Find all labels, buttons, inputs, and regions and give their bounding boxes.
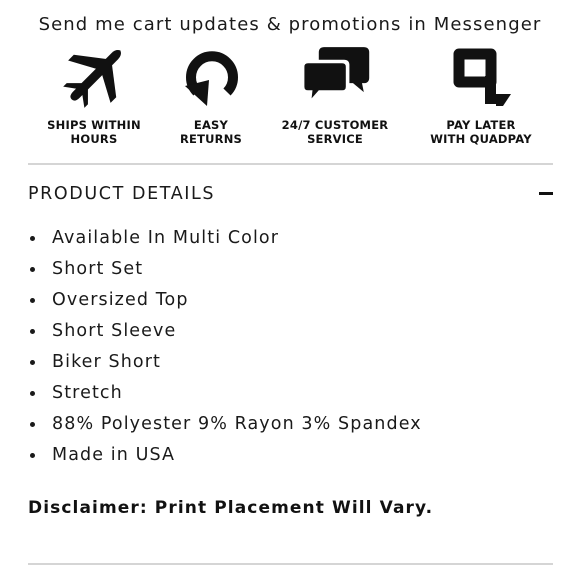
product-details-title: PRODUCT DETAILS bbox=[28, 184, 216, 204]
messenger-optin-text[interactable]: Send me cart updates & promotions in Mes… bbox=[0, 14, 580, 35]
feature-customer-service: 24/7 CUSTOMER SERVICE bbox=[265, 40, 405, 146]
feature-badges: SHIPS WITHIN HOURS EASY RETURNS 24/7 CUS… bbox=[0, 40, 580, 150]
list-item: Short Set bbox=[28, 255, 422, 286]
list-item: Biker Short bbox=[28, 348, 422, 379]
list-item: Stretch bbox=[28, 379, 422, 410]
feature-pay-later-quadpay: PAY LATER WITH QUADPAY bbox=[411, 40, 551, 146]
list-item: Made in USA bbox=[28, 441, 422, 472]
section-divider bbox=[28, 563, 553, 565]
list-item: Oversized Top bbox=[28, 286, 422, 317]
feature-label: 24/7 CUSTOMER SERVICE bbox=[281, 118, 389, 146]
section-divider bbox=[28, 163, 553, 165]
feature-easy-returns: EASY RETURNS bbox=[141, 40, 281, 146]
product-details-accordion-header[interactable]: PRODUCT DETAILS bbox=[28, 176, 553, 212]
chat-bubbles-icon bbox=[300, 47, 370, 105]
product-details-list: Available In Multi Color Short Set Overs… bbox=[28, 224, 422, 472]
feature-label: EASY RETURNS bbox=[179, 118, 243, 146]
minus-icon[interactable] bbox=[539, 192, 553, 195]
airplane-icon bbox=[63, 50, 121, 108]
return-arrow-icon bbox=[185, 51, 238, 106]
list-item: 88% Polyester 9% Rayon 3% Spandex bbox=[28, 410, 422, 441]
list-item: Available In Multi Color bbox=[28, 224, 422, 255]
disclaimer-text: Disclaimer: Print Placement Will Vary. bbox=[28, 498, 434, 518]
list-item: Short Sleeve bbox=[28, 317, 422, 348]
quadpay-logo-icon bbox=[453, 48, 511, 106]
feature-label: PAY LATER WITH QUADPAY bbox=[430, 118, 532, 146]
